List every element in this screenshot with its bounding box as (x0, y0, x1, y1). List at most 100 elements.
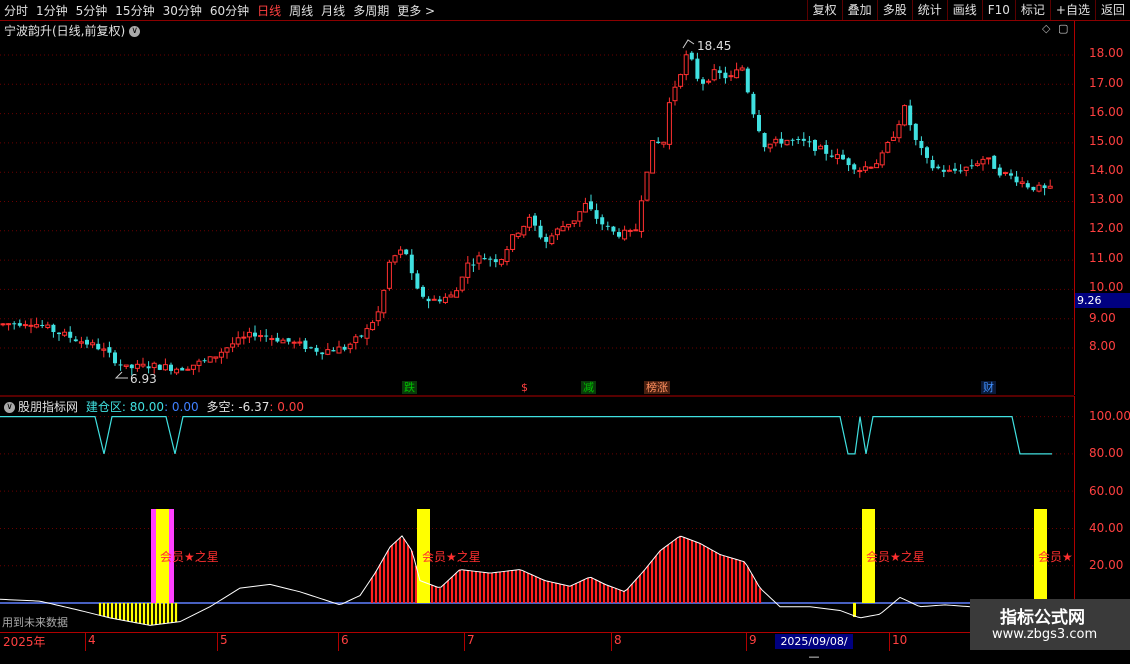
member-star-label: 会员★之星 (422, 550, 481, 564)
low-pointer (114, 371, 128, 379)
candle-body-down (538, 225, 543, 238)
candle-body-up (683, 54, 689, 76)
candle-body-up (868, 166, 874, 169)
candle-body-up (353, 336, 359, 344)
candle-body-up (963, 166, 969, 172)
indicator-axis: 100.00 80.00 60.00 40.00 20.00 (1074, 396, 1130, 632)
month-label: 8 (614, 633, 622, 647)
event-marker-reduce[interactable]: 减 (581, 381, 596, 394)
candle-body-up (398, 249, 404, 255)
candle-body-up (465, 262, 471, 278)
candle-body-down (779, 138, 784, 144)
candle-body-up (62, 331, 68, 336)
candle-body-down (1014, 176, 1019, 183)
candle-body-up (862, 166, 868, 171)
candle-body-up (246, 331, 252, 338)
candle-body-up (370, 322, 376, 331)
candle-body-up (986, 157, 992, 160)
candle-body-up (90, 342, 96, 346)
candle-body-up (549, 235, 555, 245)
candle-body-up (22, 324, 28, 327)
candle-body-up (526, 216, 532, 228)
candle-body-down (958, 170, 963, 172)
candle-body-up (218, 351, 224, 358)
candle-body-up (498, 259, 504, 265)
candle-body-up (442, 296, 448, 303)
candle-body-up (706, 80, 712, 83)
price-tick: 15.00 (1089, 134, 1124, 148)
event-marker-top-rise[interactable]: 榜涨 (644, 381, 670, 394)
candle-body-down (701, 79, 705, 84)
event-marker-fall[interactable]: 跌 (402, 381, 417, 394)
candle-body-up (375, 311, 381, 322)
candle-body-up (454, 290, 460, 298)
candle-body-down (723, 72, 728, 79)
candle-body-up (650, 140, 656, 174)
price-axis: 18.00 17.00 16.00 15.00 14.00 13.00 12.0… (1074, 21, 1130, 395)
indicator-title[interactable]: ∨ 股朋指标网 建仓区: 80.00: 0.00 多空: -6.37: 0.00 (4, 398, 304, 415)
event-marker-finance[interactable]: 财 (981, 381, 996, 394)
candle-body-down (404, 249, 409, 255)
candle-body-up (571, 220, 577, 224)
candle-body-down (829, 155, 834, 157)
candle-body-down (96, 343, 101, 350)
candle-body-down (757, 114, 761, 132)
price-tick: 12.00 (1089, 221, 1124, 235)
collapse-icon[interactable]: ∨ (4, 402, 15, 413)
candle-body-up (34, 324, 40, 328)
candle-body-up (857, 170, 863, 173)
indicator-tick: 80.00 (1089, 446, 1124, 460)
candle-body-down (488, 258, 493, 260)
candle-body-up (459, 276, 465, 291)
candle-body-up (622, 229, 628, 240)
build-zone-line (0, 416, 1052, 455)
candle-body-up (773, 138, 779, 144)
candle-body-down (320, 352, 325, 355)
month-label: 9 (749, 633, 757, 647)
candle-body-down (745, 68, 750, 93)
indicator-field-build-value: : 0.00 (164, 400, 199, 414)
candle-body-up (879, 152, 885, 166)
candle-body-up (711, 69, 717, 81)
indicator-field-build: 建仓区: 80.00 (85, 400, 165, 414)
chart-canvas[interactable]: 18.45 6.93 (0, 0, 1074, 632)
candle-body-up (347, 343, 353, 350)
candle-body-up (185, 368, 191, 371)
candle-body-down (426, 298, 431, 302)
candle-body-up (734, 69, 740, 79)
candle-body-up (258, 335, 264, 338)
candle-body-up (885, 142, 891, 153)
candle-body-down (992, 155, 997, 169)
event-marker-dollar[interactable]: $ (519, 381, 530, 394)
candle-body-down (717, 70, 722, 73)
candle-body-down (930, 160, 935, 169)
candle-body-down (594, 210, 599, 219)
candle-body-up (566, 223, 572, 228)
candle-body-up (297, 341, 303, 344)
candle-body-down (941, 169, 946, 172)
price-tick: 11.00 (1089, 251, 1124, 265)
candle-body-up (235, 337, 241, 345)
candle-body-up (582, 202, 588, 213)
candle-body-down (841, 154, 845, 160)
candle-body-up (1047, 185, 1053, 189)
price-tick: 14.00 (1089, 163, 1124, 177)
candle-body-down (611, 226, 616, 232)
candle-body-up (504, 249, 510, 262)
candle-body-up (638, 200, 644, 232)
candle-body-down (813, 139, 817, 151)
candle-body-up (0, 323, 6, 326)
candle-body-up (946, 169, 952, 172)
candle-body-down (824, 144, 829, 154)
candle-body-down (1042, 185, 1047, 189)
candle-body-down (689, 52, 694, 60)
candle-body-down (1009, 173, 1013, 176)
future-data-note: 用到未来数据 (2, 616, 68, 629)
candlestick-series (0, 50, 1053, 376)
back-button[interactable]: 返回 (1094, 0, 1130, 20)
candle-body-down (600, 217, 605, 225)
candle-body-up (834, 154, 840, 159)
candle-body-up (818, 145, 824, 150)
candle-body-up (666, 102, 672, 145)
price-tick: 18.00 (1089, 46, 1124, 60)
